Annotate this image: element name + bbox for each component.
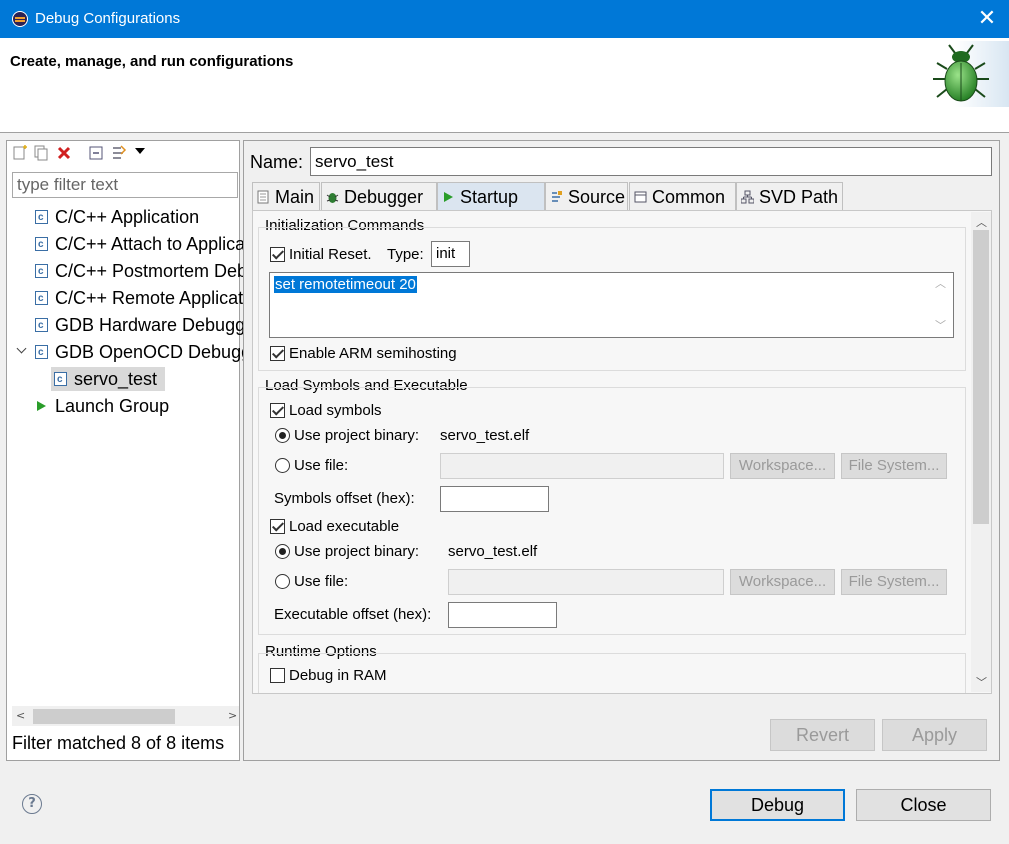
initial-reset-checkbox[interactable] [270, 247, 285, 262]
startup-tab-content: Initialization Commands Initial Reset. T… [252, 210, 992, 694]
scroll-thumb[interactable] [33, 709, 175, 724]
new-configuration-icon[interactable] [12, 145, 28, 161]
symbols-offset-label: Symbols offset (hex): [274, 490, 415, 507]
semihosting-label: Enable ARM semihosting [289, 345, 457, 362]
tab-main[interactable]: Main [252, 182, 320, 210]
debugger-tab-icon [326, 193, 339, 203]
duplicate-icon[interactable] [33, 145, 49, 161]
scroll-down-icon[interactable]: ﹀ [935, 317, 946, 333]
exec-binary-value: servo_test.elf [448, 543, 538, 560]
collapse-all-icon[interactable] [88, 145, 104, 161]
tree-item-servo-test[interactable]: servo_test [51, 367, 165, 392]
tab-common[interactable]: Common [629, 182, 736, 210]
revert-button[interactable]: Revert [770, 719, 875, 751]
scroll-up-icon[interactable]: ︿ [935, 275, 946, 291]
exec-use-project-binary-label: Use project binary: [294, 543, 420, 560]
filter-status: Filter matched 8 of 8 items [12, 733, 225, 753]
launch-config-icon [54, 368, 67, 392]
scroll-down-icon[interactable]: ﹀ [976, 674, 987, 690]
help-icon[interactable]: ? [22, 794, 42, 814]
launch-config-icon [35, 341, 48, 365]
vertical-scrollbar[interactable]: ︿ ﹀ [971, 212, 991, 692]
load-symbols-checkbox[interactable] [270, 403, 285, 418]
close-button[interactable]: Close [856, 789, 991, 821]
exec-use-file-radio[interactable] [275, 574, 290, 589]
launch-config-icon [35, 233, 48, 257]
horizontal-scrollbar[interactable]: < > [12, 706, 239, 726]
source-tab-icon [552, 191, 562, 202]
launch-config-icon [35, 314, 48, 338]
delete-icon[interactable] [56, 145, 72, 161]
configuration-list-panel: type filter text C/C++ Application C/C++… [6, 140, 293, 761]
scroll-right-icon[interactable]: > [228, 709, 237, 722]
scroll-up-icon[interactable]: ︿ [976, 214, 987, 230]
symbols-file-input[interactable] [440, 453, 724, 479]
title-bar: Debug Configurations ✕ [0, 0, 1009, 38]
window-title: Debug Configurations [35, 10, 181, 27]
common-tab-icon [634, 191, 647, 203]
filter-icon[interactable] [111, 145, 127, 161]
symbols-use-project-binary-radio[interactable] [275, 428, 290, 443]
load-executable-label: Load executable [289, 518, 400, 535]
main-tab-icon [257, 190, 269, 204]
launch-group-icon [37, 401, 46, 411]
symbols-binary-value: servo_test.elf [440, 427, 530, 444]
exec-offset-label: Executable offset (hex): [274, 606, 432, 623]
symbols-file-system-button[interactable]: File System... [841, 453, 947, 479]
configuration-editor-panel: Name: servo_test Main Debugger Startup S… [243, 140, 1000, 761]
load-group [258, 387, 966, 635]
exec-offset-input[interactable] [448, 602, 557, 628]
initial-reset-label: Initial Reset. [289, 246, 372, 263]
svd-path-tab-icon [741, 190, 754, 204]
exec-workspace-button[interactable]: Workspace... [730, 569, 835, 595]
scroll-left-icon[interactable]: < [16, 709, 25, 722]
semihosting-checkbox[interactable] [270, 346, 285, 361]
symbols-offset-input[interactable] [440, 486, 549, 512]
debug-in-ram-label: Debug in RAM [289, 667, 387, 684]
name-input[interactable]: servo_test [310, 147, 992, 176]
chevron-down-icon[interactable] [135, 148, 145, 154]
expand-chevron-icon[interactable] [16, 343, 27, 354]
debug-button[interactable]: Debug [710, 789, 845, 821]
load-executable-checkbox[interactable] [270, 519, 285, 534]
exec-use-project-binary-radio[interactable] [275, 544, 290, 559]
symbols-use-file-label: Use file: [294, 457, 349, 474]
init-commands-text: set remotetimeout 20 [274, 276, 417, 293]
exec-file-input[interactable] [448, 569, 724, 595]
header-title: Create, manage, and run configurations [10, 53, 294, 70]
bug-icon [933, 41, 1009, 107]
tab-startup[interactable]: Startup [437, 182, 545, 210]
tab-svd-path[interactable]: SVD Path [736, 182, 843, 210]
launch-config-icon [35, 287, 48, 311]
type-label: Type: [387, 246, 424, 263]
exec-file-system-button[interactable]: File System... [841, 569, 947, 595]
symbols-use-file-radio[interactable] [275, 458, 290, 473]
debug-in-ram-checkbox[interactable] [270, 668, 285, 683]
filter-input[interactable]: type filter text [12, 172, 238, 198]
reset-type-input[interactable]: init [431, 241, 470, 267]
apply-button[interactable]: Apply [882, 719, 987, 751]
tab-debugger[interactable]: Debugger [321, 182, 437, 210]
window-close-button[interactable]: ✕ [972, 4, 1002, 34]
launch-config-icon [35, 260, 48, 284]
launch-config-icon [35, 206, 48, 230]
exec-use-file-label: Use file: [294, 573, 349, 590]
name-label: Name: [250, 152, 304, 172]
eclipse-icon [12, 11, 28, 27]
init-commands-textarea[interactable]: set remotetimeout 20 ︿ ﹀ [269, 272, 954, 338]
symbols-use-project-binary-label: Use project binary: [294, 427, 420, 444]
symbols-workspace-button[interactable]: Workspace... [730, 453, 835, 479]
header-banner: Create, manage, and run configurations [0, 38, 1009, 133]
load-symbols-label: Load symbols [289, 402, 382, 419]
startup-tab-icon [444, 192, 453, 202]
tab-source[interactable]: Source [545, 182, 628, 210]
scroll-thumb[interactable] [973, 230, 989, 524]
